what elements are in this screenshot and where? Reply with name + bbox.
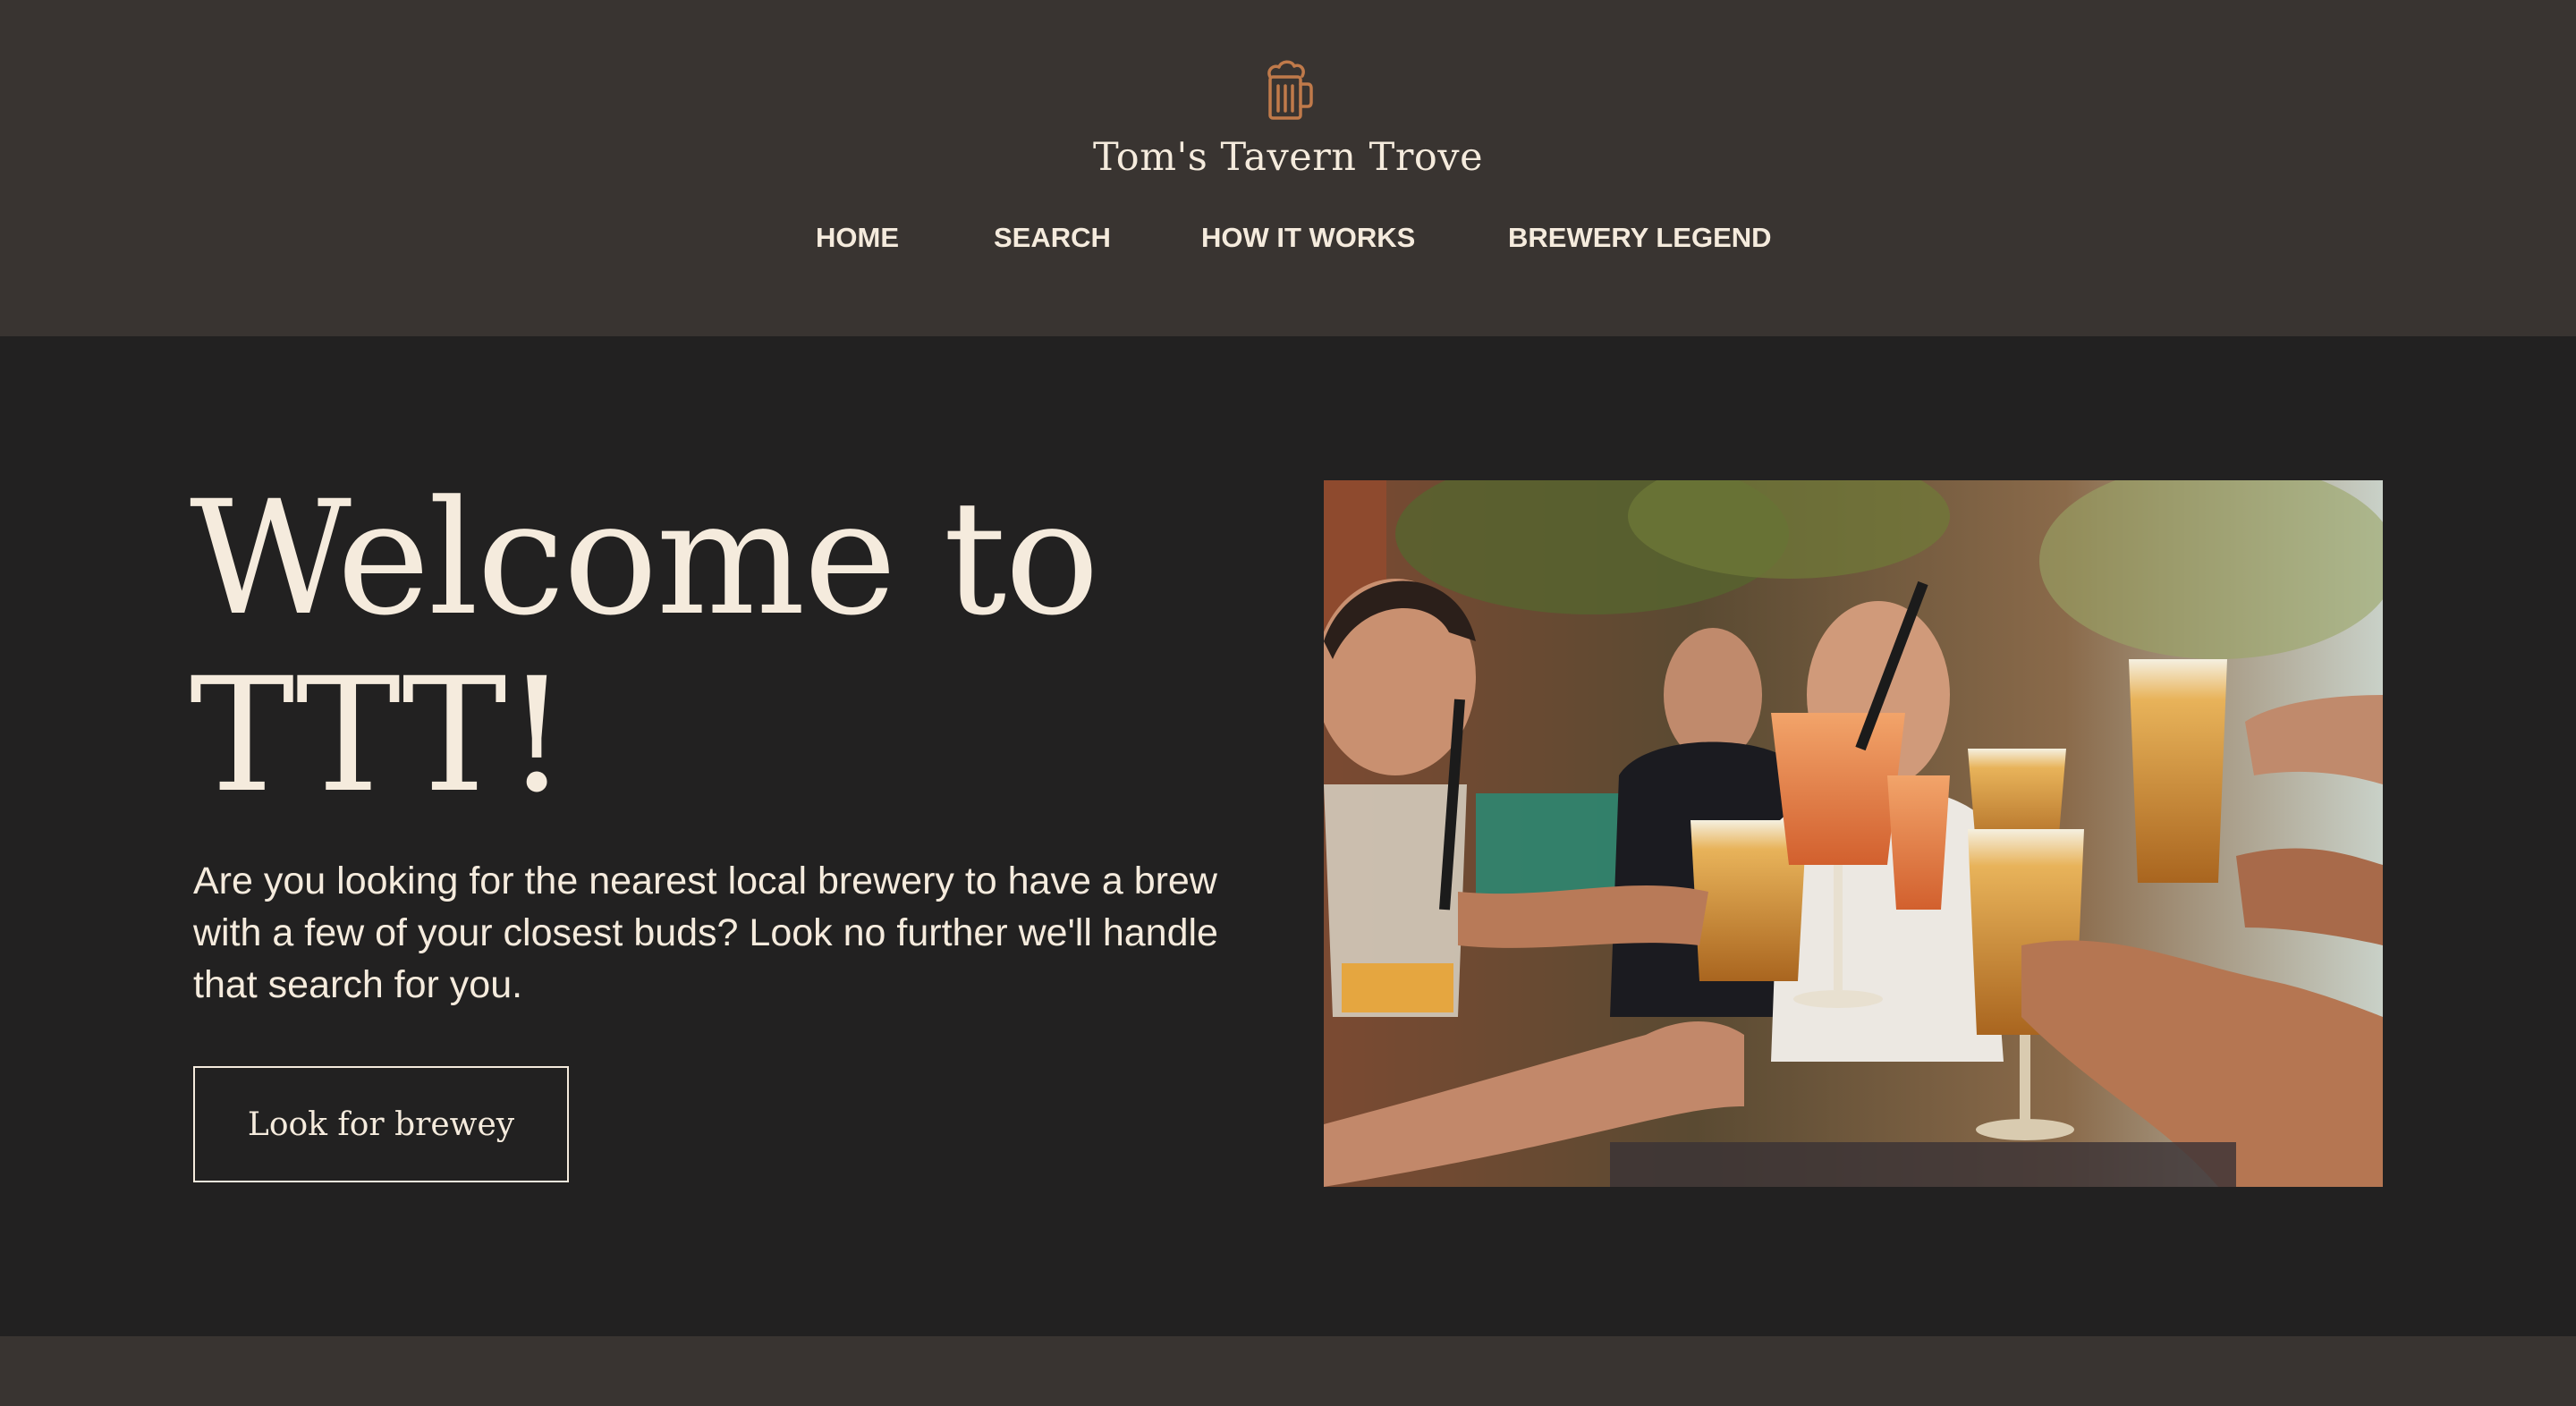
nav-brewery-legend-link[interactable]: BREWERY LEGEND: [1508, 216, 1772, 259]
beer-mug-icon[interactable]: [1261, 57, 1315, 122]
main-nav: HOME SEARCH HOW IT WORKS BREWERY LEGEND: [0, 216, 2576, 259]
footer-strip: [0, 1336, 2576, 1406]
nav-home-link[interactable]: HOME: [816, 216, 899, 259]
look-for-brewery-button-label: Look for brewey: [247, 1105, 515, 1143]
site-title: Tom's Tavern Trove: [1092, 135, 1484, 180]
hero-description: Are you looking for the nearest local br…: [193, 860, 1218, 1006]
hero-title: Welcome to TTT!: [190, 467, 1099, 827]
site-header: Tom's Tavern Trove HOME SEARCH HOW IT WO…: [0, 0, 2576, 336]
nav-search-link[interactable]: SEARCH: [994, 216, 1111, 259]
nav-how-it-works-link[interactable]: HOW IT WORKS: [1201, 216, 1415, 259]
hero-section: Welcome to TTT! Are you looking for the …: [0, 336, 2576, 1336]
look-for-brewery-button[interactable]: Look for brewey: [193, 1066, 569, 1182]
friends-toasting-beers-photo: [1324, 480, 2383, 1187]
